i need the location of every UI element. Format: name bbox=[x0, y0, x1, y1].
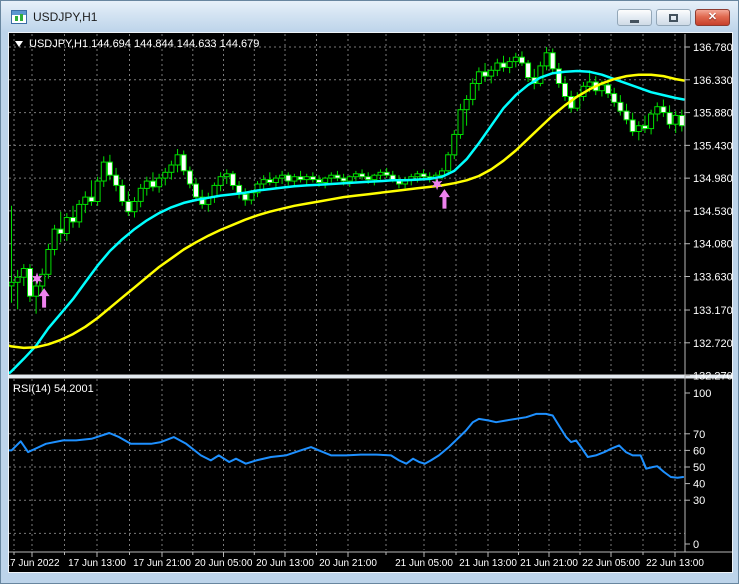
price-axis-label: 133.630 bbox=[693, 272, 733, 284]
rsi-axis-label: 0 bbox=[693, 539, 699, 551]
restore-button[interactable] bbox=[656, 9, 691, 26]
price-axis-label: 134.530 bbox=[693, 206, 733, 218]
price-axis-label: 135.430 bbox=[693, 140, 733, 152]
rsi-axis-label: 50 bbox=[693, 462, 705, 474]
pane-divider bbox=[8, 378, 733, 379]
pane-divider bbox=[8, 374, 733, 375]
time-axis-label: 17 Jun 2022 bbox=[8, 558, 60, 569]
time-axis-label: 20 Jun 21:00 bbox=[319, 558, 377, 569]
close-icon: ✕ bbox=[707, 11, 718, 23]
time-axis-label: 17 Jun 13:00 bbox=[68, 558, 126, 569]
minimize-icon bbox=[630, 19, 639, 23]
price-axis-label: 133.170 bbox=[693, 305, 733, 317]
minimize-button[interactable] bbox=[617, 9, 652, 26]
chart-client-area[interactable]: 136.780 136.330 135.880 135.430 134.980 134.5… bbox=[8, 32, 733, 573]
pane-divider bbox=[8, 375, 733, 378]
restore-icon bbox=[669, 13, 678, 22]
time-axis-label: 17 Jun 21:00 bbox=[133, 558, 191, 569]
mt4-chart-window: USDJPY,H1 ✕ 136.780 136.330 135.880 135.430… bbox=[0, 0, 739, 584]
time-axis-label: 20 Jun 13:00 bbox=[256, 558, 314, 569]
time-axis-label: 21 Jun 13:00 bbox=[459, 558, 517, 569]
price-axis-label: 135.880 bbox=[693, 108, 733, 120]
rsi-axis-label: 60 bbox=[693, 445, 705, 457]
time-axis-label: 21 Jun 21:00 bbox=[520, 558, 578, 569]
time-axis-label: 20 Jun 05:00 bbox=[195, 558, 253, 569]
time-axis-label: 22 Jun 13:00 bbox=[646, 558, 704, 569]
window-title: USDJPY,H1 bbox=[33, 9, 98, 24]
rsi-axis-label: 100 bbox=[693, 388, 711, 400]
chart-canvas[interactable]: 136.780 136.330 135.880 135.430 134.980 134.5… bbox=[8, 32, 733, 573]
window-titlebar[interactable]: USDJPY,H1 ✕ bbox=[1, 1, 738, 32]
price-axis-label: 134.980 bbox=[693, 173, 733, 185]
price-axis-label: 132.270 bbox=[693, 371, 733, 383]
price-axis-label: 136.780 bbox=[693, 42, 733, 54]
price-axis-label: 136.330 bbox=[693, 75, 733, 87]
rsi-axis-label: 70 bbox=[693, 429, 705, 441]
price-axis-label: 132.720 bbox=[693, 338, 733, 350]
price-axis-label: 134.080 bbox=[693, 239, 733, 251]
rsi-axis-label: 30 bbox=[693, 495, 705, 507]
window-controls: ✕ bbox=[617, 9, 730, 26]
rsi-axis-label: 40 bbox=[693, 479, 705, 491]
chart-window-icon bbox=[11, 9, 27, 24]
time-axis-label: 21 Jun 05:00 bbox=[395, 558, 453, 569]
close-button[interactable]: ✕ bbox=[695, 9, 730, 26]
time-axis-label: 22 Jun 05:00 bbox=[582, 558, 640, 569]
